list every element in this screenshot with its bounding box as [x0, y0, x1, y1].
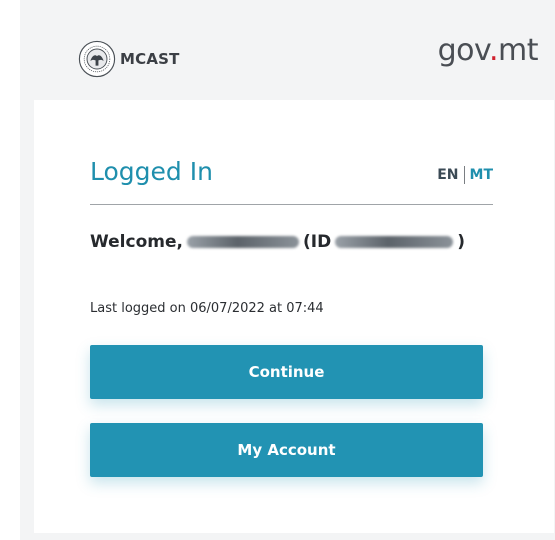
welcome-message: Welcome, (ID ) [90, 232, 465, 252]
lang-divider [463, 166, 465, 184]
continue-button[interactable]: Continue [90, 345, 483, 399]
id-suffix: ) [457, 232, 465, 252]
my-account-button[interactable]: My Account [90, 423, 483, 477]
lang-en[interactable]: EN [437, 167, 458, 183]
gov-dot: . [488, 33, 499, 68]
mcast-logo[interactable]: MCAST [78, 40, 180, 78]
page-title: Logged In [90, 157, 213, 186]
header: MCAST gov.mt [20, 0, 555, 100]
lang-mt[interactable]: MT [470, 167, 493, 183]
page: MCAST gov.mt Logged In EN MT Welcome, (I… [0, 0, 555, 540]
id-prefix: (ID [302, 232, 332, 252]
title-row: Logged In EN MT [90, 156, 493, 205]
mt-text: mt [498, 33, 539, 68]
left-margin [0, 0, 20, 540]
brand-name: MCAST [120, 50, 180, 68]
last-logged-text: Last logged on 06/07/2022 at 07:44 [90, 301, 324, 316]
language-switcher: EN MT [437, 166, 493, 184]
gov-mt-logo[interactable]: gov.mt [437, 33, 539, 68]
login-card: Logged In EN MT Welcome, (ID ) Last logg… [34, 100, 554, 533]
redacted-name [186, 236, 299, 248]
gov-text: gov [437, 33, 490, 68]
mcast-seal-icon [78, 40, 116, 78]
redacted-id [335, 236, 454, 248]
welcome-prefix: Welcome, [90, 232, 183, 252]
